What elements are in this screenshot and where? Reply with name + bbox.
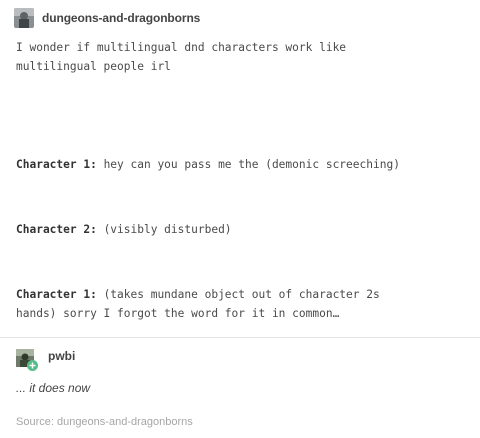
reply-avatar-icon[interactable] xyxy=(16,349,38,371)
dialogue-line: Character 1: hey can you pass me the (de… xyxy=(16,155,456,174)
speaker-label: Character 1: xyxy=(16,288,97,301)
dialogue-text: (visibly disturbed) xyxy=(96,223,232,236)
blog-name-link[interactable]: dungeons-and-dragonborns xyxy=(42,11,200,25)
reply-text: ... it does now xyxy=(16,381,91,395)
blog-avatar-icon[interactable] xyxy=(14,8,34,28)
reply-divider xyxy=(0,337,480,338)
dialogue-text: hey can you pass me the (demonic screech… xyxy=(96,158,400,171)
source-link[interactable]: Source: dungeons-and-dragonborns xyxy=(16,416,193,428)
post-intro-text: I wonder if multilingual dnd characters … xyxy=(16,41,347,73)
dialogue-line: Character 2: (visibly disturbed) xyxy=(16,220,456,239)
tumblr-post: dungeons-and-dragonborns I wonder if mul… xyxy=(0,0,480,438)
reply-blog-name-link[interactable]: pwbi xyxy=(48,349,75,363)
follow-plus-badge-icon[interactable] xyxy=(27,360,38,371)
reply-header: pwbi xyxy=(16,349,75,371)
speaker-label: Character 1: xyxy=(16,158,97,171)
post-header: dungeons-and-dragonborns xyxy=(14,8,200,28)
speaker-label: Character 2: xyxy=(16,223,97,236)
dialogue-line: Character 1: (takes mundane object out o… xyxy=(16,285,456,323)
